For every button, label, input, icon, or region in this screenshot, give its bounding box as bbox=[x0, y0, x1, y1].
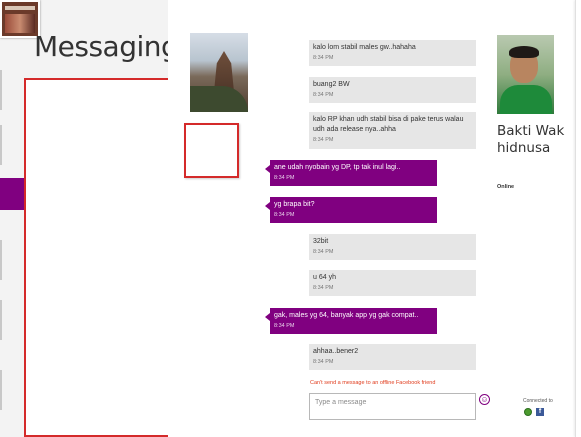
edge-mark bbox=[0, 300, 2, 340]
message-outgoing: ane udah nyobain yg DP, tp tak inul lagi… bbox=[265, 160, 437, 186]
selected-conversation-marker[interactable] bbox=[0, 178, 24, 210]
thumbnail-bar bbox=[5, 6, 35, 10]
message-time: 8:34 PM bbox=[274, 175, 295, 181]
message-incoming: 32bit 8:34 PM bbox=[309, 234, 476, 260]
send-error-message: Can't send a message to an offline Faceb… bbox=[310, 380, 436, 386]
highlighted-tile[interactable] bbox=[184, 123, 239, 178]
smiley-icon[interactable]: ☺ bbox=[479, 394, 490, 405]
avatar-hair bbox=[509, 46, 539, 58]
message-text: 32bit bbox=[313, 238, 329, 245]
connected-to-label: Connected to bbox=[523, 398, 553, 404]
message-time: 8:34 PM bbox=[313, 285, 334, 291]
contact-avatar bbox=[497, 35, 554, 114]
message-time: 8:34 PM bbox=[313, 137, 334, 143]
conversations-pane: Messaging bbox=[0, 0, 168, 437]
windows-live-icon[interactable] bbox=[524, 408, 532, 416]
message-text: gak, males yg 64, banyak app yg gak comp… bbox=[274, 312, 419, 319]
message-text: kalo RP khan udh stabil bisa di pake ter… bbox=[313, 116, 464, 133]
message-time: 8:34 PM bbox=[274, 323, 295, 329]
message-incoming: kalo lom stabil males gw..hahaha 8:34 PM bbox=[309, 40, 476, 66]
message-time: 8:34 PM bbox=[313, 249, 334, 255]
message-text: ahhaa..bener2 bbox=[313, 348, 359, 355]
message-incoming: ahhaa..bener2 8:34 PM bbox=[309, 344, 476, 370]
message-incoming: buang2 BW 8:34 PM bbox=[309, 77, 476, 103]
edge-mark bbox=[0, 240, 2, 280]
edge-mark bbox=[0, 370, 2, 410]
message-outgoing: gak, males yg 64, banyak app yg gak comp… bbox=[265, 308, 437, 334]
message-incoming: u 64 yh 8:34 PM bbox=[309, 270, 476, 296]
message-text: ane udah nyobain yg DP, tp tak inul lagi… bbox=[274, 164, 401, 171]
page-title: Messaging bbox=[34, 30, 168, 63]
contact-status: Online bbox=[497, 184, 515, 190]
hill-shape bbox=[190, 86, 248, 112]
conversation-photo bbox=[190, 33, 248, 112]
thumbnail-picture bbox=[5, 14, 35, 33]
conversation-list[interactable] bbox=[24, 78, 168, 437]
facebook-icon[interactable]: f bbox=[536, 408, 544, 416]
message-time: 8:34 PM bbox=[313, 55, 334, 61]
edge-mark bbox=[0, 125, 2, 165]
message-outgoing: yg brapa bit? 8:34 PM bbox=[265, 197, 437, 223]
message-time: 8:34 PM bbox=[313, 92, 334, 98]
contact-name: Bakti Wakhidnusa bbox=[497, 123, 565, 156]
message-text: kalo lom stabil males gw..hahaha bbox=[313, 44, 416, 51]
message-text: yg brapa bit? bbox=[274, 201, 315, 208]
message-incoming: kalo RP khan udh stabil bisa di pake ter… bbox=[309, 112, 476, 149]
message-text: u 64 yh bbox=[313, 274, 336, 281]
message-time: 8:34 PM bbox=[313, 359, 334, 365]
message-input[interactable]: Type a message bbox=[309, 393, 476, 420]
message-time: 8:34 PM bbox=[274, 212, 295, 218]
avatar-shirt bbox=[500, 85, 552, 114]
messaging-app: Messaging kalo lom stabil males gw..haha… bbox=[0, 0, 581, 437]
connected-services: f bbox=[524, 408, 548, 418]
message-text: buang2 BW bbox=[313, 81, 350, 88]
window-edge bbox=[575, 0, 581, 437]
edge-mark bbox=[0, 70, 2, 110]
